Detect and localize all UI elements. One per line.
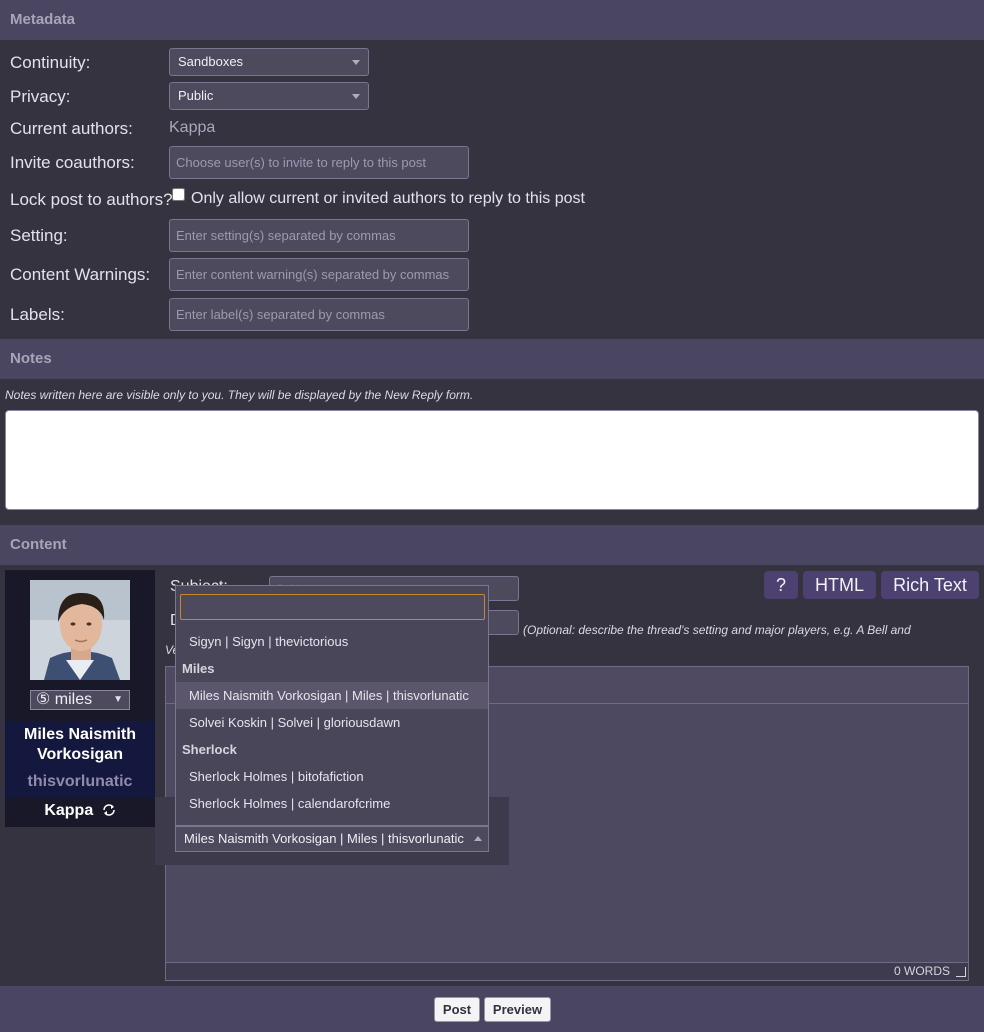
dropdown-group-label: Tunglalal	[176, 817, 488, 825]
dropdown-option[interactable]: Sigyn | Sigyn | thevictorious	[176, 628, 488, 655]
author-row: Kappa	[5, 797, 155, 827]
dropdown-group-label: Miles	[182, 661, 215, 676]
invite-label: Invite coauthors:	[10, 153, 135, 172]
chevron-down-icon	[352, 94, 360, 99]
chevron-down-icon: ▼	[113, 694, 123, 705]
notes-textarea[interactable]	[5, 410, 979, 510]
html-mode-button[interactable]: HTML	[803, 571, 876, 599]
continuity-select[interactable]: Sandboxes	[169, 48, 369, 76]
current-authors-value: Kappa	[169, 119, 216, 136]
help-button[interactable]: ?	[764, 571, 798, 599]
resize-grip-icon[interactable]	[956, 967, 966, 977]
dropdown-search-input[interactable]	[180, 594, 485, 620]
dropdown-option[interactable]: Sherlock Holmes | bitofafiction	[176, 763, 488, 790]
privacy-value: Public	[178, 88, 214, 103]
preview-button[interactable]: Preview	[484, 997, 551, 1022]
character-select-value: Miles Naismith Vorkosigan | Miles | this…	[184, 831, 464, 846]
avatar-portrait-icon	[30, 580, 130, 680]
character-icon-panel: ⑤ miles ▼ Miles Naismith Vorkosigan this…	[5, 570, 155, 827]
rich-text-mode-button[interactable]: Rich Text	[881, 571, 979, 599]
character-screenname: thisvorlunatic	[27, 773, 133, 790]
setting-label: Setting:	[10, 226, 68, 245]
dropdown-option[interactable]: Miles Naismith Vorkosigan | Miles | this…	[176, 682, 488, 709]
dropdown-list: Sigyn | Sigyn | thevictorious Miles Miles …	[176, 628, 488, 825]
content-warnings-input[interactable]	[169, 258, 469, 291]
dropdown-option[interactable]: Sherlock Holmes | calendarofcrime	[176, 790, 488, 817]
character-name: Miles Naismith Vorkosigan	[23, 726, 137, 763]
warnings-label: Content Warnings:	[10, 265, 151, 284]
labels-input[interactable]	[169, 298, 469, 331]
word-count: 0 WORDS	[893, 964, 950, 978]
dropdown-option[interactable]: Solvei Koskin | Solvei | gloriousdawn	[176, 709, 488, 736]
editor-statusbar: 0 WORDS	[166, 962, 968, 980]
character-select[interactable]: Miles Naismith Vorkosigan | Miles | this…	[175, 826, 489, 852]
footer: Post Preview	[0, 986, 984, 1032]
chevron-down-icon	[352, 60, 360, 65]
icon-select[interactable]: ⑤ miles ▼	[30, 690, 130, 710]
swap-author-icon[interactable]	[102, 799, 116, 827]
dropdown-group-label: Sherlock	[182, 742, 237, 757]
description-hint: (Optional: describe the thread's setting…	[523, 623, 911, 637]
current-authors-label: Current authors:	[10, 119, 133, 138]
avatar[interactable]	[30, 580, 130, 680]
privacy-label: Privacy:	[10, 87, 71, 106]
labels-label: Labels:	[10, 305, 65, 324]
lock-post-checkbox[interactable]	[172, 188, 185, 201]
notes-hint: Notes written here are visible only to y…	[5, 388, 474, 402]
privacy-select[interactable]: Public	[169, 82, 369, 110]
content-header: Content	[0, 525, 984, 565]
post-button[interactable]: Post	[434, 997, 480, 1022]
setting-input[interactable]	[169, 219, 469, 252]
character-dropdown: Sigyn | Sigyn | thevictorious Miles Miles …	[175, 585, 489, 826]
chevron-up-icon	[474, 836, 482, 841]
metadata-header: Metadata	[0, 0, 984, 40]
character-name-box: Miles Naismith Vorkosigan thisvorlunatic	[5, 721, 155, 797]
author-name: Kappa	[44, 802, 94, 819]
notes-header: Notes	[0, 339, 984, 379]
invite-coauthors-input[interactable]	[169, 146, 469, 179]
continuity-value: Sandboxes	[178, 54, 244, 69]
continuity-label: Continuity:	[10, 53, 91, 72]
lock-label: Lock post to authors?	[10, 190, 173, 209]
icon-select-value: ⑤ miles	[36, 691, 93, 708]
lock-text: Only allow current or invited authors to…	[191, 190, 585, 207]
